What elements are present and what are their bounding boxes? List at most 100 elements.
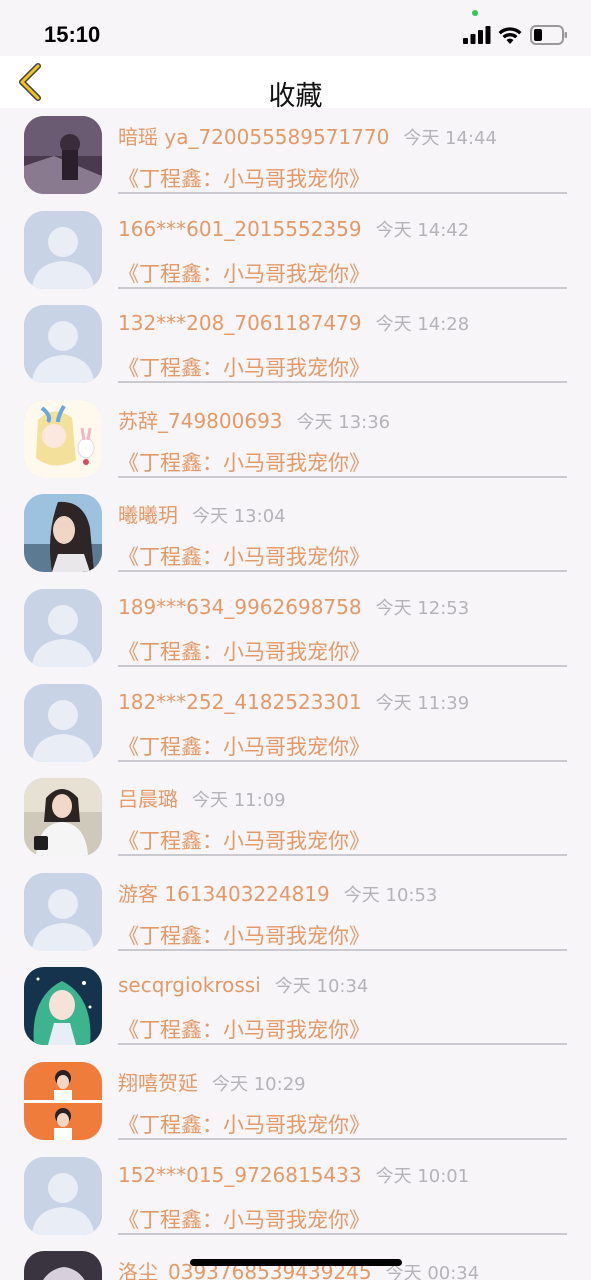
list-item[interactable]: 游客 1613403224819 今天 10:53 《丁程鑫：小马哥我宠你》: [0, 865, 591, 960]
row-divider: [118, 1138, 567, 1140]
timestamp: 今天 13:36: [296, 411, 391, 433]
avatar-image: [24, 589, 102, 667]
row-divider: [118, 192, 567, 194]
list-item[interactable]: 166***601_2015552359 今天 14:42 《丁程鑫：小马哥我宠你》: [0, 203, 591, 298]
name-line: 吕晨璐 今天 11:09: [118, 783, 286, 812]
name-line: secqrgiokrossi 今天 10:34: [118, 972, 368, 998]
list-item[interactable]: 翔嘻贺延 今天 10:29 《丁程鑫：小马哥我宠你》: [0, 1054, 591, 1149]
avatar[interactable]: [24, 494, 102, 573]
row-divider: [118, 1043, 567, 1046]
row-divider: [118, 948, 567, 951]
timestamp: 今天 11:39: [375, 692, 470, 714]
list-item[interactable]: 189***634_9962698758 今天 12:53 《丁程鑫：小马哥我宠你》: [0, 581, 591, 676]
story-title[interactable]: 《丁程鑫：小马哥我宠你》: [118, 636, 370, 666]
avatar[interactable]: [24, 1156, 102, 1235]
name-line: 游客 1613403224819 今天 10:53: [118, 878, 437, 906]
name-line: 189***634_9962698758 今天 12:53: [118, 594, 469, 620]
user-name: 曦曦玥: [118, 503, 178, 528]
navigation-bar: 收藏: [0, 56, 591, 112]
avatar-image: [24, 210, 102, 289]
timestamp: 今天 14:42: [375, 219, 470, 241]
battery-icon: [530, 25, 567, 45]
story-title[interactable]: 《丁程鑫：小马哥我宠你》: [118, 352, 370, 382]
row-divider: [118, 854, 567, 857]
user-name: 吕晨璐: [118, 787, 178, 812]
name-line: 152***015_9726815433 今天 10:01: [118, 1162, 469, 1188]
user-name: 暗瑶 ya_720055589571770: [118, 125, 390, 149]
story-title[interactable]: 《丁程鑫：小马哥我宠你》: [118, 1109, 370, 1139]
avatar-image: [24, 967, 102, 1046]
user-name: 游客 1613403224819: [118, 881, 330, 906]
avatar-image: [24, 683, 102, 762]
timestamp: 今天 12:53: [375, 598, 470, 619]
list-item[interactable]: 182***252_4182523301 今天 11:39 《丁程鑫：小马哥我宠你》: [0, 676, 591, 771]
story-title[interactable]: 《丁程鑫：小马哥我宠你》: [118, 825, 370, 855]
privacy-indicator-dot: [472, 10, 478, 16]
avatar-image: [24, 1251, 102, 1280]
avatar[interactable]: [24, 305, 102, 384]
user-name: 苏辞_749800693: [118, 408, 283, 433]
user-name: 152***015_9726815433: [118, 1162, 362, 1187]
row-divider: [118, 759, 567, 762]
story-title[interactable]: 《丁程鑫：小马哥我宠你》: [118, 1014, 370, 1044]
wifi-icon: [498, 27, 522, 44]
list-item[interactable]: 暗瑶 ya_720055589571770 今天 14:44 《丁程鑫：小马哥我宠你…: [0, 108, 591, 203]
avatar-image: [24, 1156, 102, 1235]
row-divider: [118, 381, 567, 384]
row-divider: [118, 570, 567, 573]
row-divider: [118, 286, 567, 289]
avatar[interactable]: [24, 778, 102, 857]
story-title[interactable]: 《丁程鑫：小马哥我宠你》: [118, 1204, 370, 1234]
avatar-image: [24, 494, 102, 573]
avatar-image: [24, 778, 102, 857]
avatar[interactable]: [24, 116, 102, 194]
timestamp: 今天 10:29: [212, 1074, 306, 1095]
user-name: secqrgiokrossi: [118, 973, 261, 998]
status-bar: 15:10: [0, 0, 591, 56]
avatar[interactable]: [24, 589, 102, 667]
avatar-image: [24, 305, 102, 384]
avatar[interactable]: [24, 683, 102, 762]
row-divider: [118, 475, 567, 478]
name-line: 翔嘻贺延 今天 10:29: [118, 1067, 306, 1095]
favorites-list[interactable]: 暗瑶 ya_720055589571770 今天 14:44 《丁程鑫：小马哥我宠你…: [0, 108, 591, 1280]
timestamp: 今天 11:09: [192, 790, 286, 812]
user-name: 182***252_4182523301: [118, 689, 362, 714]
name-line: 暗瑶 ya_720055589571770 今天 14:44: [118, 121, 497, 149]
avatar-image: [24, 872, 102, 951]
name-line: 曦曦玥 今天 13:04: [118, 499, 286, 528]
timestamp: 今天 13:04: [192, 506, 286, 528]
avatar[interactable]: [24, 1251, 102, 1280]
list-item[interactable]: 苏辞_749800693 今天 13:36 《丁程鑫：小马哥我宠你》: [0, 392, 591, 487]
user-name: 132***208_7061187479: [118, 311, 362, 336]
name-line: 132***208_7061187479 今天 14:28: [118, 310, 469, 336]
avatar[interactable]: [24, 967, 102, 1046]
status-time: 15:10: [44, 22, 101, 47]
list-item[interactable]: 吕晨璐 今天 11:09 《丁程鑫：小马哥我宠你》: [0, 770, 591, 865]
avatar[interactable]: [24, 399, 102, 478]
list-item[interactable]: secqrgiokrossi 今天 10:34 《丁程鑫：小马哥我宠你》: [0, 959, 591, 1054]
avatar[interactable]: [24, 872, 102, 951]
user-name: 166***601_2015552359: [118, 216, 362, 241]
home-indicator: [190, 1259, 402, 1266]
avatar[interactable]: [24, 210, 102, 289]
story-title[interactable]: 《丁程鑫：小马哥我宠你》: [118, 920, 370, 950]
story-title[interactable]: 《丁程鑫：小马哥我宠你》: [118, 258, 370, 288]
timestamp: 今天 14:28: [375, 314, 470, 336]
list-item[interactable]: 曦曦玥 今天 13:04 《丁程鑫：小马哥我宠你》: [0, 486, 591, 581]
row-divider: [118, 1232, 567, 1235]
name-line: 苏辞_749800693 今天 13:36: [118, 405, 391, 433]
name-line: 182***252_4182523301 今天 11:39: [118, 689, 469, 715]
story-title[interactable]: 《丁程鑫：小马哥我宠你》: [118, 447, 370, 477]
story-title[interactable]: 《丁程鑫：小马哥我宠你》: [118, 163, 370, 193]
avatar[interactable]: [24, 1062, 102, 1140]
user-name: 189***634_9962698758: [118, 595, 362, 619]
timestamp: 今天 10:34: [274, 976, 369, 998]
story-title[interactable]: 《丁程鑫：小马哥我宠你》: [118, 541, 370, 571]
list-item[interactable]: 152***015_9726815433 今天 10:01 《丁程鑫：小马哥我宠你》: [0, 1149, 591, 1244]
avatar-image: [24, 399, 102, 478]
row-divider: [118, 665, 567, 667]
story-title[interactable]: 《丁程鑫：小马哥我宠你》: [118, 731, 370, 761]
timestamp: 今天 14:44: [403, 128, 497, 149]
list-item[interactable]: 132***208_7061187479 今天 14:28 《丁程鑫：小马哥我宠你》: [0, 297, 591, 392]
